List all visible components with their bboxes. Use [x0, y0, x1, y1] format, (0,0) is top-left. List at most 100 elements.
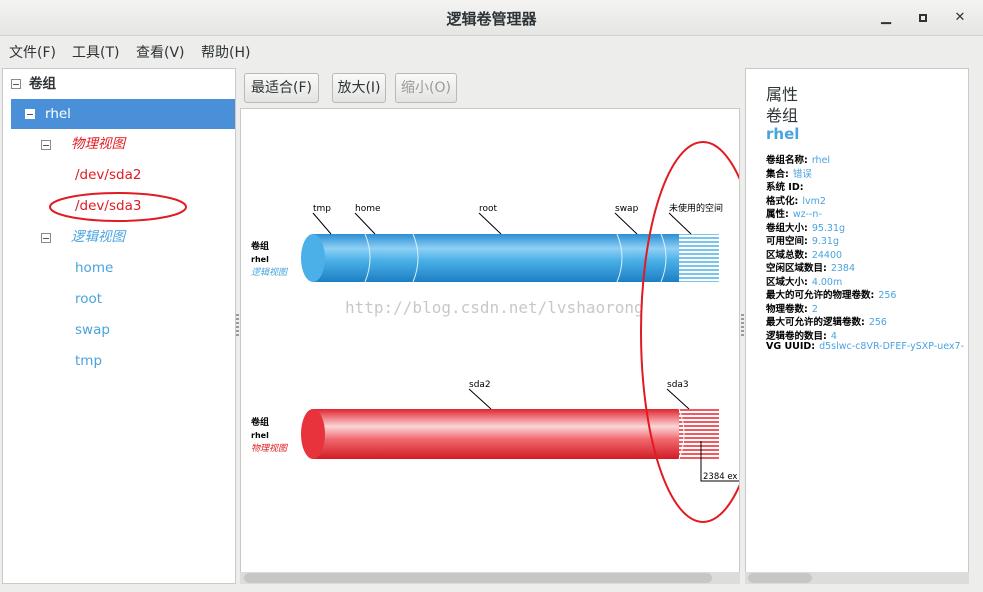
property-value: wz--n-: [792, 209, 822, 220]
property-key: 系统 ID:: [766, 182, 804, 193]
menu-tools[interactable]: 工具(T): [72, 42, 119, 62]
property-value: 256: [868, 317, 887, 328]
property-value: 4.00m: [811, 276, 843, 288]
segment-label-sda2: sda2: [469, 380, 491, 390]
maximize-button[interactable]: [913, 8, 933, 28]
vg-label: 卷组: [250, 416, 269, 428]
logical-view-cylinder[interactable]: [301, 233, 719, 283]
tree-item-rhel[interactable]: rhel: [11, 99, 235, 129]
logical-leader-lines: [312, 212, 692, 235]
segment-label-sda3: sda3: [667, 380, 689, 390]
close-button[interactable]: ✕: [950, 8, 970, 28]
property-row: VG UUID: d5slwc-c8VR-DFEF-ySXP-uex7-: [766, 341, 964, 352]
extent-count-label: 2384 ex: [703, 472, 737, 482]
view-type-label: 物理视图: [251, 443, 289, 454]
fit-button[interactable]: 最适合(F): [244, 73, 319, 103]
physical-view-cylinder[interactable]: [301, 408, 719, 460]
tree-item-label: tmp: [75, 353, 103, 369]
tree-item-label: swap: [75, 322, 110, 338]
tree-root[interactable]: 卷组: [3, 71, 235, 97]
collapse-icon[interactable]: [41, 233, 51, 243]
window-title: 逻辑卷管理器: [446, 10, 537, 28]
property-key: 区域大小:: [766, 276, 808, 288]
annotation-ellipse: [49, 192, 187, 222]
property-row: 区域大小: 4.00m: [766, 274, 842, 288]
property-key: 格式化:: [766, 195, 799, 207]
vg-name-label: rhel: [251, 255, 269, 264]
property-key: 卷组名称:: [766, 155, 808, 166]
property-value: 9.31g: [811, 236, 839, 247]
canvas-scrollbar[interactable]: [244, 573, 712, 583]
tree-item-physical-view[interactable]: 物理视图: [3, 131, 235, 157]
zoom-out-button[interactable]: 缩小(O): [395, 73, 457, 103]
tree-item-label: /dev/sda2: [75, 167, 142, 183]
property-row: 逻辑卷的数目: 4: [766, 328, 837, 342]
tree-root-label: 卷组: [29, 76, 56, 92]
pane-resize-handle[interactable]: [236, 314, 239, 336]
property-row: 区域总数: 24400: [766, 247, 842, 261]
tree-item-label: home: [75, 260, 114, 276]
menu-view[interactable]: 查看(V): [136, 42, 185, 62]
property-key: 集合:: [766, 168, 789, 180]
property-value: 95.31g: [811, 222, 846, 234]
tree-item-label: 逻辑视图: [71, 229, 125, 245]
property-value: 256: [878, 290, 897, 301]
tree-item-logical-view[interactable]: 逻辑视图: [3, 224, 235, 250]
tree-item-label: 物理视图: [71, 136, 125, 152]
property-row: 格式化: lvm2: [766, 193, 826, 207]
properties-subheading: 卷组: [766, 106, 799, 125]
property-value: 2384: [830, 263, 855, 274]
property-row: 最大的可允许的物理卷数: 256: [766, 287, 896, 301]
menu-help[interactable]: 帮助(H): [201, 42, 250, 62]
watermark: http://blog.csdn.net/lvshaorong: [345, 298, 644, 317]
property-value: 24400: [811, 249, 843, 261]
property-value: 错误: [792, 168, 812, 180]
maximize-icon: [919, 14, 927, 22]
property-row: 集合: 错误: [766, 166, 812, 180]
property-row: 物理卷数: 2: [766, 301, 818, 315]
property-key: 可用空间:: [766, 236, 808, 247]
property-value: lvm2: [802, 195, 826, 207]
view-type-label: 逻辑视图: [251, 267, 289, 278]
property-row: 系统 ID:: [766, 179, 808, 193]
property-row: 属性: wz--n-: [766, 206, 822, 220]
property-key: 卷组大小:: [766, 222, 808, 234]
property-value: d5slwc-c8VR-DFEF-ySXP-uex7-: [819, 341, 965, 352]
tree-item-sda2[interactable]: /dev/sda2: [75, 162, 141, 188]
tree-item-root[interactable]: root: [75, 286, 102, 312]
volume-diagram: tmp home root swap 未使用的空间 卷组 rhel 逻辑视图 h…: [250, 141, 739, 523]
property-key: 空闲区域数目:: [766, 263, 827, 274]
app-window: 逻辑卷管理器 ▁ ✕ 文件(F) 工具(T) 查看(V) 帮助(H) 卷组 rh…: [0, 0, 983, 592]
tree-item-tmp[interactable]: tmp: [75, 348, 102, 374]
property-value: 2: [811, 303, 818, 315]
property-value: 4: [830, 330, 837, 342]
pane-resize-handle[interactable]: [741, 314, 744, 336]
zoom-in-button[interactable]: 放大(I): [332, 73, 386, 103]
property-key: 最大可允许的逻辑卷数:: [766, 317, 865, 328]
minimize-button[interactable]: ▁: [876, 8, 896, 28]
property-row: 卷组大小: 95.31g: [766, 220, 845, 234]
menu-bar: 文件(F) 工具(T) 查看(V) 帮助(H): [0, 38, 983, 64]
property-row: 卷组名称: rhel: [766, 152, 830, 166]
tree-item-swap[interactable]: swap: [75, 317, 110, 343]
segment-label-swap: swap: [615, 204, 639, 214]
collapse-icon[interactable]: [11, 79, 21, 89]
property-key: 最大的可允许的物理卷数:: [766, 290, 875, 301]
segment-label-root: root: [479, 204, 498, 214]
annotation-ellipse: [640, 141, 739, 523]
collapse-icon[interactable]: [25, 109, 35, 119]
tree-item-home[interactable]: home: [75, 255, 113, 281]
menu-file[interactable]: 文件(F): [9, 42, 56, 62]
props-scrollbar[interactable]: [748, 573, 812, 583]
property-key: 逻辑卷的数目:: [766, 330, 827, 342]
collapse-icon[interactable]: [41, 140, 51, 150]
property-key: 物理卷数:: [766, 303, 808, 315]
properties-vg-name: rhel: [766, 125, 800, 143]
tree-item-label: root: [75, 291, 103, 307]
segment-label-tmp: tmp: [313, 204, 331, 214]
properties-panel: 属性 卷组 rhel 卷组名称: rhel 集合: 错误 系统 ID: 格式化: lvm2 属…: [745, 68, 969, 584]
tree-item-label: rhel: [45, 106, 71, 122]
vg-label: 卷组: [250, 240, 269, 252]
segment-label-unused: 未使用的空间: [669, 202, 723, 214]
property-row: 可用空间: 9.31g: [766, 233, 839, 247]
